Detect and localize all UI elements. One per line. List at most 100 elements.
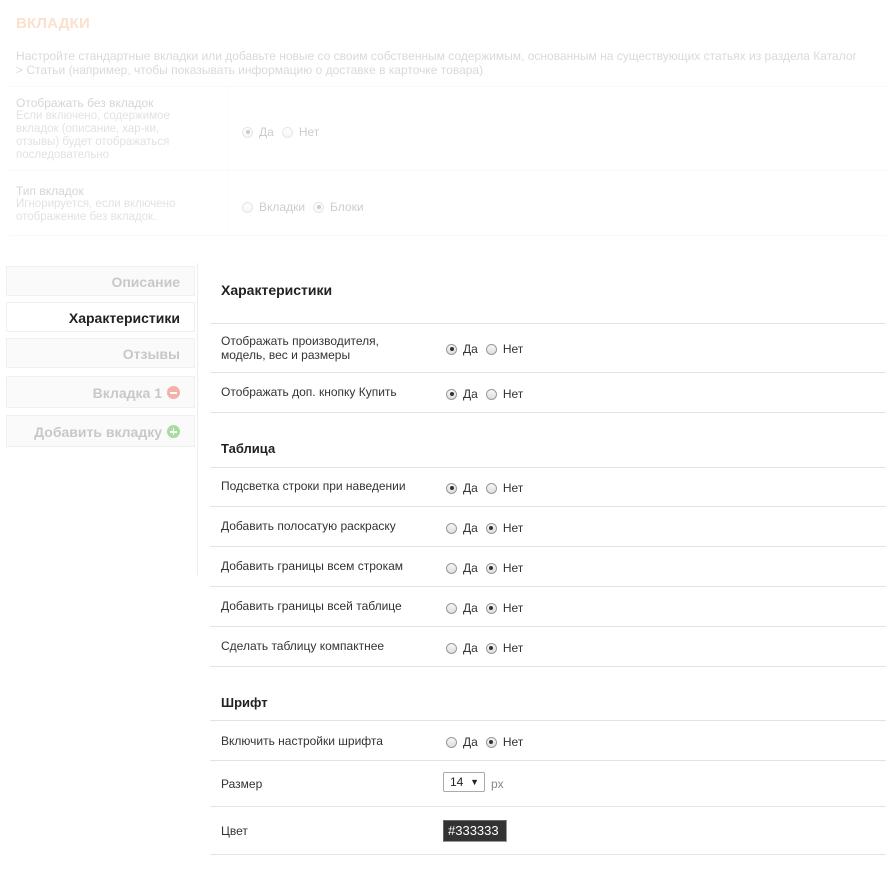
radio-yes-label: Да	[463, 561, 478, 575]
tab-type-radio-group: Вкладки Блоки	[242, 200, 372, 214]
row-borders-radio-group: Да Нет	[446, 561, 531, 575]
font-section-title: Шрифт	[221, 695, 268, 710]
no-tabs-help: Если включено, содержимое вкладок (описа…	[16, 110, 170, 161]
no-tabs-setting: Отображать без вкладок Если включено, со…	[16, 97, 201, 162]
radio-no-label: Нет	[502, 641, 524, 655]
tabs-sidebar: Описание Характеристики Отзывы Вкладка 1…	[5, 263, 198, 575]
font-enable-yes-radio[interactable]	[446, 736, 457, 748]
font-size-value: 14	[450, 775, 464, 789]
radio-yes-label: Да	[463, 342, 478, 356]
show-buy-button-radio-group: Да Нет	[446, 387, 531, 401]
chevron-down-icon: ▼	[470, 777, 479, 787]
no-tabs-radio-group: Да Нет	[242, 125, 327, 139]
font-size-select[interactable]: 14 ▼	[443, 772, 485, 792]
tab-description[interactable]: Описание	[6, 266, 195, 296]
radio-yes-label: Да	[463, 735, 478, 749]
row-borders-yes-radio[interactable]	[446, 562, 457, 574]
row-hover-no-radio[interactable]	[485, 482, 497, 494]
divider	[210, 720, 886, 721]
radio-no-label: Нет	[502, 601, 524, 615]
divider	[210, 806, 886, 807]
font-color-label: Цвет	[221, 824, 248, 838]
tab-type-help: Игнорируется, если включено отображение …	[16, 198, 176, 223]
tab-label: Описание	[111, 274, 180, 290]
radio-yes-label: Да	[463, 521, 478, 535]
tab-custom-1[interactable]: Вкладка 1	[6, 376, 195, 408]
page-title: ВКЛАДКИ	[16, 15, 90, 32]
divider	[210, 626, 886, 627]
show-buy-button-yes-radio[interactable]	[446, 388, 457, 400]
no-tabs-yes-label: Да	[259, 125, 274, 139]
divider-vertical	[227, 87, 228, 235]
tab-reviews[interactable]: Отзывы	[6, 338, 195, 368]
panel-title: Характеристики	[221, 282, 333, 298]
compact-table-label: Сделать таблицу компактнее	[221, 639, 385, 653]
font-enable-label: Включить настройки шрифта	[221, 734, 383, 748]
tab-label: Вкладка 1	[92, 385, 162, 401]
font-color-input[interactable]: #333333	[443, 820, 507, 842]
radio-no-label: Нет	[502, 735, 524, 749]
divider	[210, 412, 886, 413]
divider	[10, 86, 886, 87]
striped-yes-radio[interactable]	[446, 522, 457, 534]
font-enable-radio-group: Да Нет	[446, 735, 531, 749]
font-enable-no-radio[interactable]	[485, 736, 497, 748]
table-borders-yes-radio[interactable]	[446, 602, 457, 614]
page-description: Настройте стандартные вкладки или добавь…	[16, 49, 857, 77]
striped-no-radio[interactable]	[485, 522, 497, 534]
divider	[210, 506, 886, 507]
divider	[210, 586, 886, 587]
tab-label: Добавить вкладку	[34, 424, 162, 440]
row-borders-no-radio[interactable]	[485, 562, 497, 574]
tab-characteristics[interactable]: Характеристики	[6, 302, 195, 332]
font-size-label: Размер	[221, 777, 263, 791]
table-section-title: Таблица	[221, 441, 276, 456]
tab-type-blocks-radio[interactable]	[313, 201, 325, 213]
tab-label: Отзывы	[122, 346, 180, 362]
show-buy-button-no-radio[interactable]	[485, 388, 497, 400]
no-tabs-no-radio[interactable]	[281, 126, 293, 138]
compact-table-no-radio[interactable]	[485, 642, 497, 654]
divider	[210, 372, 886, 373]
radio-no-label: Нет	[502, 387, 524, 401]
show-manufacturer-label: Отображать производителя, модель, вес и …	[221, 334, 379, 362]
divider	[210, 546, 886, 547]
divider	[210, 323, 886, 324]
divider	[210, 666, 886, 667]
no-tabs-label: Отображать без вкладок	[16, 96, 154, 110]
font-size-unit: px	[491, 777, 504, 791]
tab-type-tabs-label: Вкладки	[259, 200, 306, 214]
divider	[10, 170, 886, 171]
radio-no-label: Нет	[502, 342, 524, 356]
table-borders-label: Добавить границы всей таблице	[221, 599, 402, 613]
radio-no-label: Нет	[502, 561, 524, 575]
striped-radio-group: Да Нет	[446, 521, 531, 535]
show-manufacturer-no-radio[interactable]	[485, 343, 497, 355]
no-tabs-no-label: Нет	[298, 125, 320, 139]
radio-no-label: Нет	[502, 521, 524, 535]
divider	[210, 854, 886, 855]
radio-yes-label: Да	[463, 601, 478, 615]
radio-yes-label: Да	[463, 641, 478, 655]
radio-no-label: Нет	[502, 481, 524, 495]
remove-icon[interactable]	[167, 386, 180, 400]
tab-label: Характеристики	[68, 310, 180, 326]
no-tabs-yes-radio[interactable]	[242, 126, 253, 138]
radio-yes-label: Да	[463, 481, 478, 495]
table-borders-no-radio[interactable]	[485, 602, 497, 614]
table-borders-radio-group: Да Нет	[446, 601, 531, 615]
radio-yes-label: Да	[463, 387, 478, 401]
row-borders-label: Добавить границы всем строкам	[221, 559, 404, 573]
row-hover-label: Подсветка строки при наведении	[221, 479, 406, 493]
divider	[10, 235, 886, 236]
divider	[210, 467, 886, 468]
tab-type-tabs-radio[interactable]	[242, 201, 253, 213]
row-hover-yes-radio[interactable]	[446, 482, 457, 494]
add-tab-button[interactable]: Добавить вкладку	[6, 415, 195, 447]
show-manufacturer-yes-radio[interactable]	[446, 343, 457, 355]
compact-table-yes-radio[interactable]	[446, 642, 457, 654]
row-hover-radio-group: Да Нет	[446, 481, 531, 495]
compact-table-radio-group: Да Нет	[446, 641, 531, 655]
add-icon	[167, 425, 180, 439]
tab-type-setting: Тип вкладок Игнорируется, если включено …	[16, 185, 206, 224]
